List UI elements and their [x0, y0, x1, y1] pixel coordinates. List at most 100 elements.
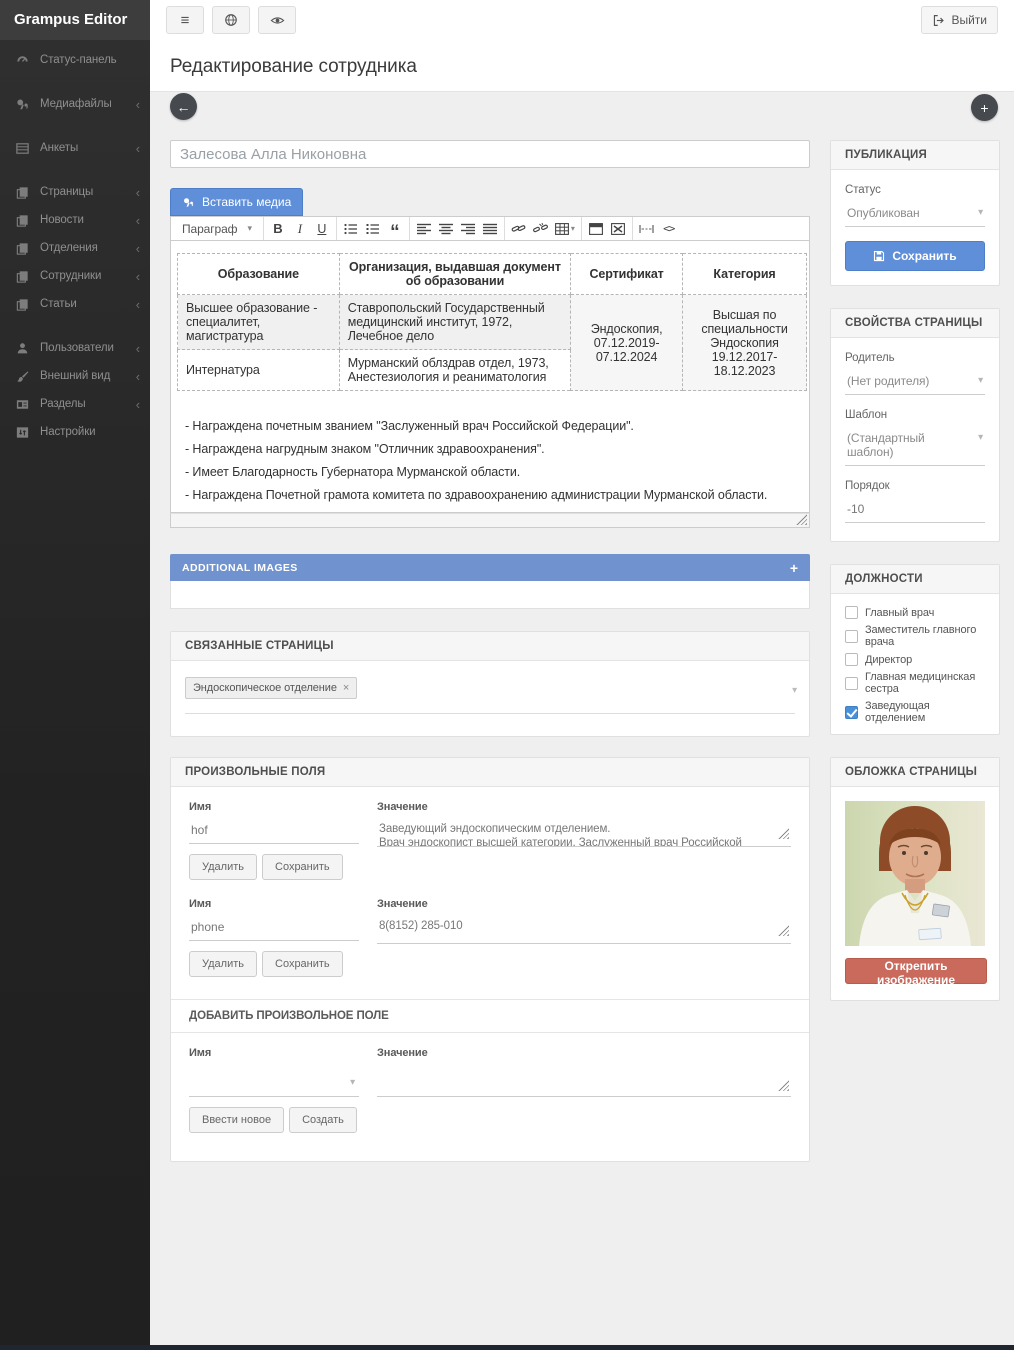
add-custom-field-row: Имя ▾ Ввести новое Создать Значение	[171, 1033, 809, 1161]
save-field-button[interactable]: Сохранить	[262, 854, 343, 880]
custom-fields-panel: ПРОИЗВОЛЬНЫЕ ПОЛЯ Имя Удалить Сохранить …	[170, 757, 810, 1162]
field-value-textarea[interactable]: 8(8152) 285-010	[377, 918, 791, 944]
field-value-textarea[interactable]: Заведующий эндоскопическим отделением. В…	[377, 821, 791, 847]
bullet-list-icon[interactable]	[340, 217, 362, 240]
align-left-icon[interactable]	[413, 217, 435, 240]
sidebar-item-label: Статус-панель	[40, 54, 140, 66]
resize-handle[interactable]	[778, 925, 789, 936]
sidebar-item-label: Медиафайлы	[40, 98, 136, 110]
sidebar-item-media[interactable]: Медиафайлы ‹	[0, 90, 150, 118]
preview-button[interactable]	[258, 6, 296, 34]
caret-down-icon: ▾	[247, 223, 251, 234]
additional-images-header[interactable]: ADDITIONAL IMAGES +	[170, 554, 810, 581]
paragraph-format-dropdown[interactable]: Параграф ▾	[174, 222, 260, 236]
delete-field-button[interactable]: Удалить	[189, 951, 257, 977]
app-logo: Grampus Editor	[0, 0, 150, 40]
status-select[interactable]: Опубликован ▾	[845, 204, 985, 227]
position-row-4[interactable]: Заведующая отделением	[845, 700, 985, 724]
custom-fields-title: ПРОИЗВОЛЬНЫЕ ПОЛЯ	[171, 758, 809, 787]
sidebar-item-forms[interactable]: Анкеты ‹	[0, 134, 150, 162]
status-value: Опубликован	[847, 206, 920, 220]
remove-link-icon[interactable]	[530, 217, 552, 240]
sidebar-item-appearance[interactable]: Внешний вид ‹	[0, 362, 150, 390]
employee-name-input[interactable]	[170, 140, 810, 168]
editor-paragraph: - Награждена почетным званием "Заслуженн…	[185, 419, 803, 434]
sidebar-item-users[interactable]: Пользователи ‹	[0, 334, 150, 362]
position-label: Заведующая отделением	[865, 700, 985, 724]
unpin-image-button[interactable]: Открепить изображение	[845, 958, 987, 984]
delete-field-button[interactable]: Удалить	[189, 854, 257, 880]
caret-down-icon[interactable]: ▾	[792, 685, 797, 696]
field-name-input[interactable]	[189, 821, 359, 844]
new-field-name-select[interactable]: ▾	[189, 1073, 359, 1097]
position-row-1[interactable]: Заместитель главного врача	[845, 624, 985, 648]
field-name-input[interactable]	[189, 918, 359, 941]
enter-new-button[interactable]: Ввести новое	[189, 1107, 284, 1133]
resize-handle[interactable]	[778, 828, 789, 839]
align-right-icon[interactable]	[457, 217, 479, 240]
related-page-tag[interactable]: Эндоскопическое отделение ×	[185, 677, 357, 699]
logout-button[interactable]: Выйти	[921, 6, 998, 34]
page-properties-title: СВОЙСТВА СТРАНИЦЫ	[831, 309, 999, 338]
menu-toggle-button[interactable]: ≡	[166, 6, 204, 34]
new-field-value-textarea[interactable]	[377, 1073, 791, 1097]
underline-button[interactable]: U	[311, 217, 333, 240]
align-justify-icon[interactable]	[479, 217, 501, 240]
additional-images-section: ADDITIONAL IMAGES +	[170, 554, 810, 609]
blockquote-button[interactable]: “	[384, 217, 406, 240]
sidebar-item-pages[interactable]: Страницы ‹	[0, 178, 150, 206]
sidebar-item-settings[interactable]: Настройки	[0, 418, 150, 446]
insert-media-label: Вставить медиа	[202, 195, 291, 209]
sidebar-item-label: Анкеты	[40, 142, 136, 154]
page-break-icon[interactable]	[636, 217, 658, 240]
sidebar-item-status-panel[interactable]: Статус-панель	[0, 46, 150, 74]
insert-link-icon[interactable]	[508, 217, 530, 240]
related-pages-select-underline[interactable]	[185, 713, 795, 714]
checkbox-icon	[845, 653, 858, 666]
pages-icon	[14, 212, 30, 228]
parent-label: Родитель	[845, 352, 985, 364]
save-field-button[interactable]: Сохранить	[262, 951, 343, 977]
caret-down-icon: ▾	[978, 432, 983, 443]
delete-table-icon[interactable]	[607, 217, 629, 240]
site-button[interactable]	[212, 6, 250, 34]
custom-field-row: Имя Удалить Сохранить Значение Заведующи…	[171, 787, 809, 894]
italic-button[interactable]: I	[289, 217, 311, 240]
template-select[interactable]: (Стандартный шаблон) ▾	[845, 429, 985, 466]
add-employee-button[interactable]: +	[971, 94, 998, 121]
sidebar-item-departments[interactable]: Отделения ‹	[0, 234, 150, 262]
parent-value: (Нет родителя)	[847, 374, 929, 388]
th-category: Категория	[683, 254, 807, 295]
sidebar-item-news[interactable]: Новости ‹	[0, 206, 150, 234]
chevron-left-icon: ‹	[136, 241, 140, 256]
back-button[interactable]: ←	[170, 93, 197, 120]
source-code-button[interactable]: <>	[658, 217, 680, 240]
create-button[interactable]: Создать	[289, 1107, 357, 1133]
sidebar-item-sections[interactable]: Разделы ‹	[0, 390, 150, 418]
save-label: Сохранить	[892, 249, 956, 263]
align-center-icon[interactable]	[435, 217, 457, 240]
table-row-properties-icon[interactable]	[585, 217, 607, 240]
chevron-left-icon: ‹	[136, 297, 140, 312]
order-input[interactable]	[845, 500, 985, 523]
parent-select[interactable]: (Нет родителя) ▾	[845, 372, 985, 395]
save-button[interactable]: Сохранить	[845, 241, 985, 271]
sidebar-item-employees[interactable]: Сотрудники ‹	[0, 262, 150, 290]
sidebar-item-articles[interactable]: Статьи ‹	[0, 290, 150, 318]
bold-button[interactable]: B	[267, 217, 289, 240]
remove-tag-icon[interactable]: ×	[343, 682, 349, 694]
position-row-0[interactable]: Главный врач	[845, 606, 985, 619]
editor-content-area[interactable]: Образование Организация, выдавшая докуме…	[170, 241, 810, 513]
position-row-2[interactable]: Директор	[845, 653, 985, 666]
insert-table-icon[interactable]: ▾	[552, 217, 578, 240]
tag-label: Эндоскопическое отделение	[193, 682, 337, 694]
resize-handle[interactable]	[778, 1080, 789, 1091]
position-row-3[interactable]: Главная медицинская сестра	[845, 671, 985, 695]
sidebar: Grampus Editor Статус-панель Медиафайлы …	[0, 0, 150, 1350]
insert-media-button[interactable]: Вставить медиа	[170, 188, 303, 216]
resize-handle[interactable]	[796, 514, 807, 525]
numbered-list-icon[interactable]	[362, 217, 384, 240]
add-image-icon[interactable]: +	[790, 560, 798, 576]
additional-images-body	[170, 581, 810, 609]
field-value-label: Значение	[377, 898, 791, 910]
